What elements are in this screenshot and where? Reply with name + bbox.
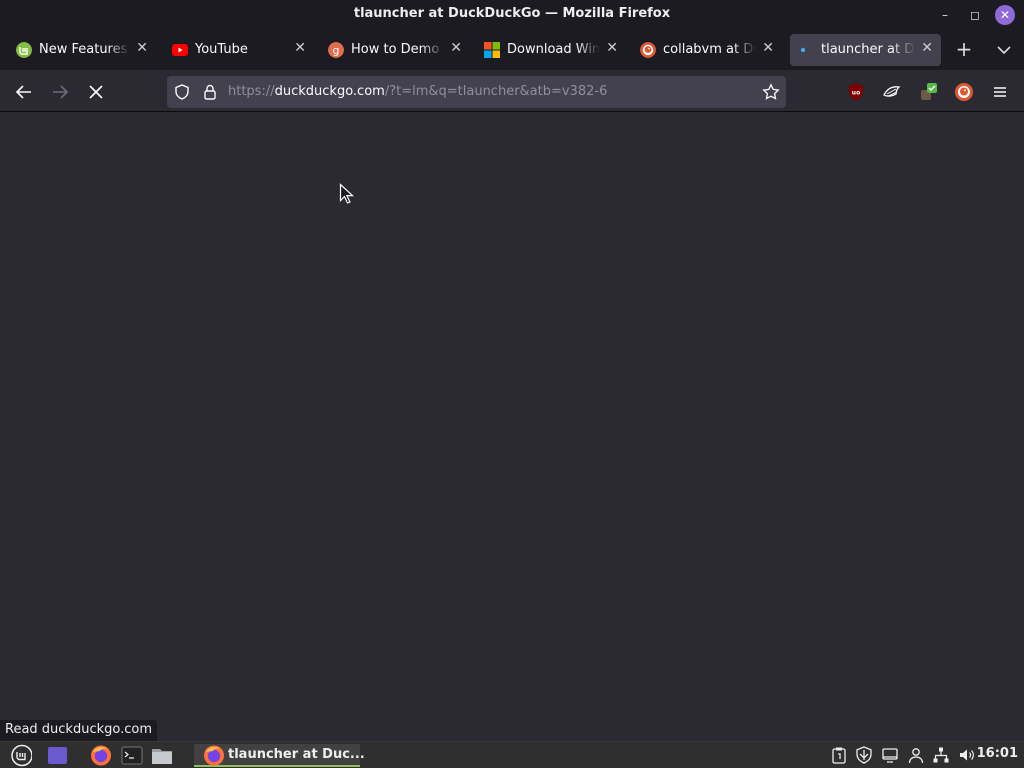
back-arrow-icon[interactable] [12,80,36,104]
forward-arrow-icon[interactable] [48,80,72,104]
maximize-button[interactable]: ◻ [965,5,985,25]
clipboard-icon[interactable] [830,746,848,764]
show-desktop-icon[interactable] [46,744,68,767]
tab-collabvm[interactable]: collabvm at Duck ✕ [632,34,782,66]
hamburger-menu-icon[interactable] [990,82,1010,102]
taskbar: tlauncher at Duc... 16:01 [0,741,1024,768]
page-content [0,113,1024,741]
bookmark-star-icon[interactable] [762,83,780,101]
new-tab-button[interactable]: + [952,38,976,62]
close-window-button[interactable]: ✕ [995,5,1015,25]
svg-text:g: g [333,44,340,57]
tab-close-icon[interactable]: ✕ [294,40,306,56]
tab-strip: New Features in ✕ YouTube ✕ g How to Dem… [0,30,1024,70]
window-title: tlauncher at DuckDuckGo — Mozilla Firefo… [353,6,671,21]
duckduckgo-extension-icon[interactable] [954,82,974,102]
titlebar: tlauncher at DuckDuckGo — Mozilla Firefo… [0,0,1024,30]
minimize-button[interactable]: – [935,5,955,25]
tab-label: Download Wind [507,42,600,57]
tab-close-icon[interactable]: ✕ [762,40,774,56]
youtube-icon [172,44,188,56]
firefox-launcher-icon[interactable] [89,744,113,767]
g-icon: g [328,42,344,58]
tab-download-windows[interactable]: Download Wind ✕ [476,34,626,66]
display-icon[interactable] [881,746,899,764]
firefox-icon [204,745,224,766]
firefox-window: tlauncher at DuckDuckGo — Mozilla Firefo… [0,0,1024,741]
taskbar-task-firefox[interactable]: tlauncher at Duc... [194,744,365,767]
tab-label: tlauncher at Duc [821,42,915,57]
task-label: tlauncher at Duc... [228,747,365,762]
network-icon[interactable] [932,746,950,764]
navigation-toolbar: https://duckduckgo.com/?t=lm&q=tlauncher… [0,72,1024,112]
url-text[interactable]: https://duckduckgo.com/?t=lm&q=tlauncher… [228,84,607,99]
linux-mint-icon [16,42,32,58]
microsoft-icon [484,42,500,58]
address-bar[interactable]: https://duckduckgo.com/?t=lm&q=tlauncher… [167,76,786,108]
tab-new-features[interactable]: New Features in ✕ [8,34,156,66]
tab-close-icon[interactable]: ✕ [606,40,618,56]
ublock-origin-icon[interactable]: uo [846,82,866,102]
svg-text:uo: uo [852,90,860,97]
files-launcher-icon[interactable] [150,744,174,767]
url-host: duckduckgo.com [274,84,385,99]
status-bar-text: Read duckduckgo.com [0,720,158,741]
tracking-protection-shield-icon[interactable] [173,83,191,101]
mint-menu-icon[interactable] [4,744,32,767]
tab-tlauncher[interactable]: tlauncher at Duc ✕ [790,34,941,66]
clock[interactable]: 16:01 [977,746,1018,761]
url-scheme: https:// [228,84,275,99]
duckduckgo-icon [640,42,656,58]
lock-icon[interactable] [201,83,219,101]
tab-youtube[interactable]: YouTube ✕ [164,34,314,66]
mouse-cursor-icon [339,183,355,204]
tab-label: How to Demo W [351,42,444,57]
user-icon[interactable] [907,746,925,764]
terminal-launcher-icon[interactable] [120,744,144,767]
stop-loading-icon[interactable] [84,80,108,104]
volume-icon[interactable] [958,746,976,764]
tab-label: collabvm at Duck [663,42,756,57]
tab-label: New Features in [39,42,130,57]
tab-label: YouTube [195,42,248,57]
url-path: /?t=lm&q=tlauncher&atb=v382-6 [384,84,608,99]
tab-how-to-demo[interactable]: g How to Demo W ✕ [320,34,470,66]
loading-icon [800,47,806,53]
tab-close-icon[interactable]: ✕ [136,40,148,56]
extension-check-icon[interactable] [918,82,938,102]
update-shield-icon[interactable] [855,746,873,764]
tab-list-chevron-icon[interactable] [992,39,1016,61]
tab-close-icon[interactable]: ✕ [450,40,462,56]
tab-close-icon[interactable]: ✕ [921,40,933,56]
bird-extension-icon[interactable] [882,82,902,102]
